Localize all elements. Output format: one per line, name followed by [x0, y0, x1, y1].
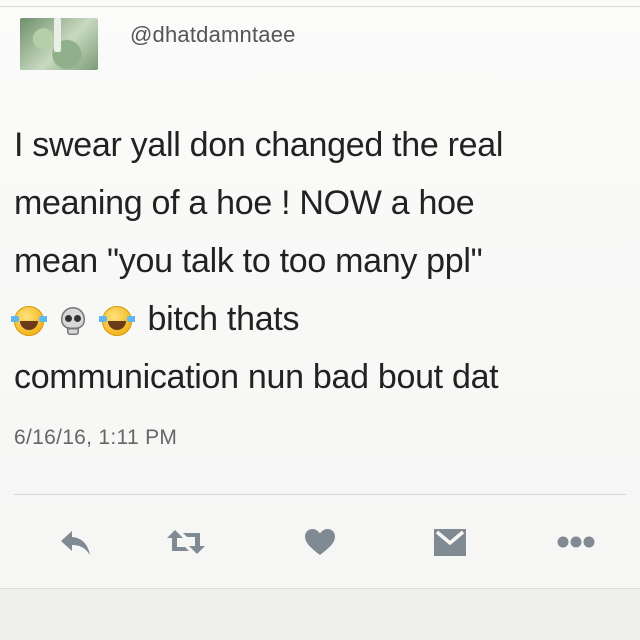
bottom-bar — [0, 588, 640, 640]
tweet-line: I swear yall don changed the real — [14, 126, 504, 164]
retweet-button[interactable] — [162, 520, 210, 564]
reply-button[interactable] — [52, 520, 100, 564]
tweet-emoji-line: bitch thats — [11, 290, 638, 348]
skull-icon — [59, 306, 87, 336]
user-handle[interactable]: @dhatdamntaee — [130, 22, 296, 48]
more-button[interactable] — [552, 520, 600, 564]
reply-icon — [61, 531, 90, 555]
avatar[interactable] — [20, 18, 98, 70]
top-divider — [0, 6, 640, 7]
face-with-tears-of-joy-icon — [99, 306, 136, 337]
retweet-icon — [167, 530, 205, 554]
tweet-emoji-line-text: bitch thats — [147, 300, 300, 338]
tweet-timestamp: 6/16/16, 1:11 PM — [14, 426, 178, 449]
envelope-icon — [434, 529, 466, 556]
actions-divider — [14, 494, 626, 495]
like-button[interactable] — [296, 520, 344, 564]
tweet-line: mean "you talk to too many ppl" — [14, 242, 483, 280]
heart-icon — [305, 529, 335, 555]
tweet-body: I swear yall don changed the real meanin… — [11, 116, 638, 406]
message-button[interactable] — [426, 520, 474, 564]
tweet-line: communication nun bad bout dat — [14, 358, 499, 396]
tweet-header: @dhatdamntaee — [0, 10, 640, 70]
face-with-tears-of-joy-icon — [11, 306, 47, 337]
more-dots-icon — [557, 536, 595, 548]
tweet-screenshot: @dhatdamntaee I swear yall don changed t… — [0, 0, 640, 640]
tweet-line: meaning of a hoe ! NOW a hoe — [14, 184, 475, 222]
tweet-actions — [0, 520, 640, 564]
